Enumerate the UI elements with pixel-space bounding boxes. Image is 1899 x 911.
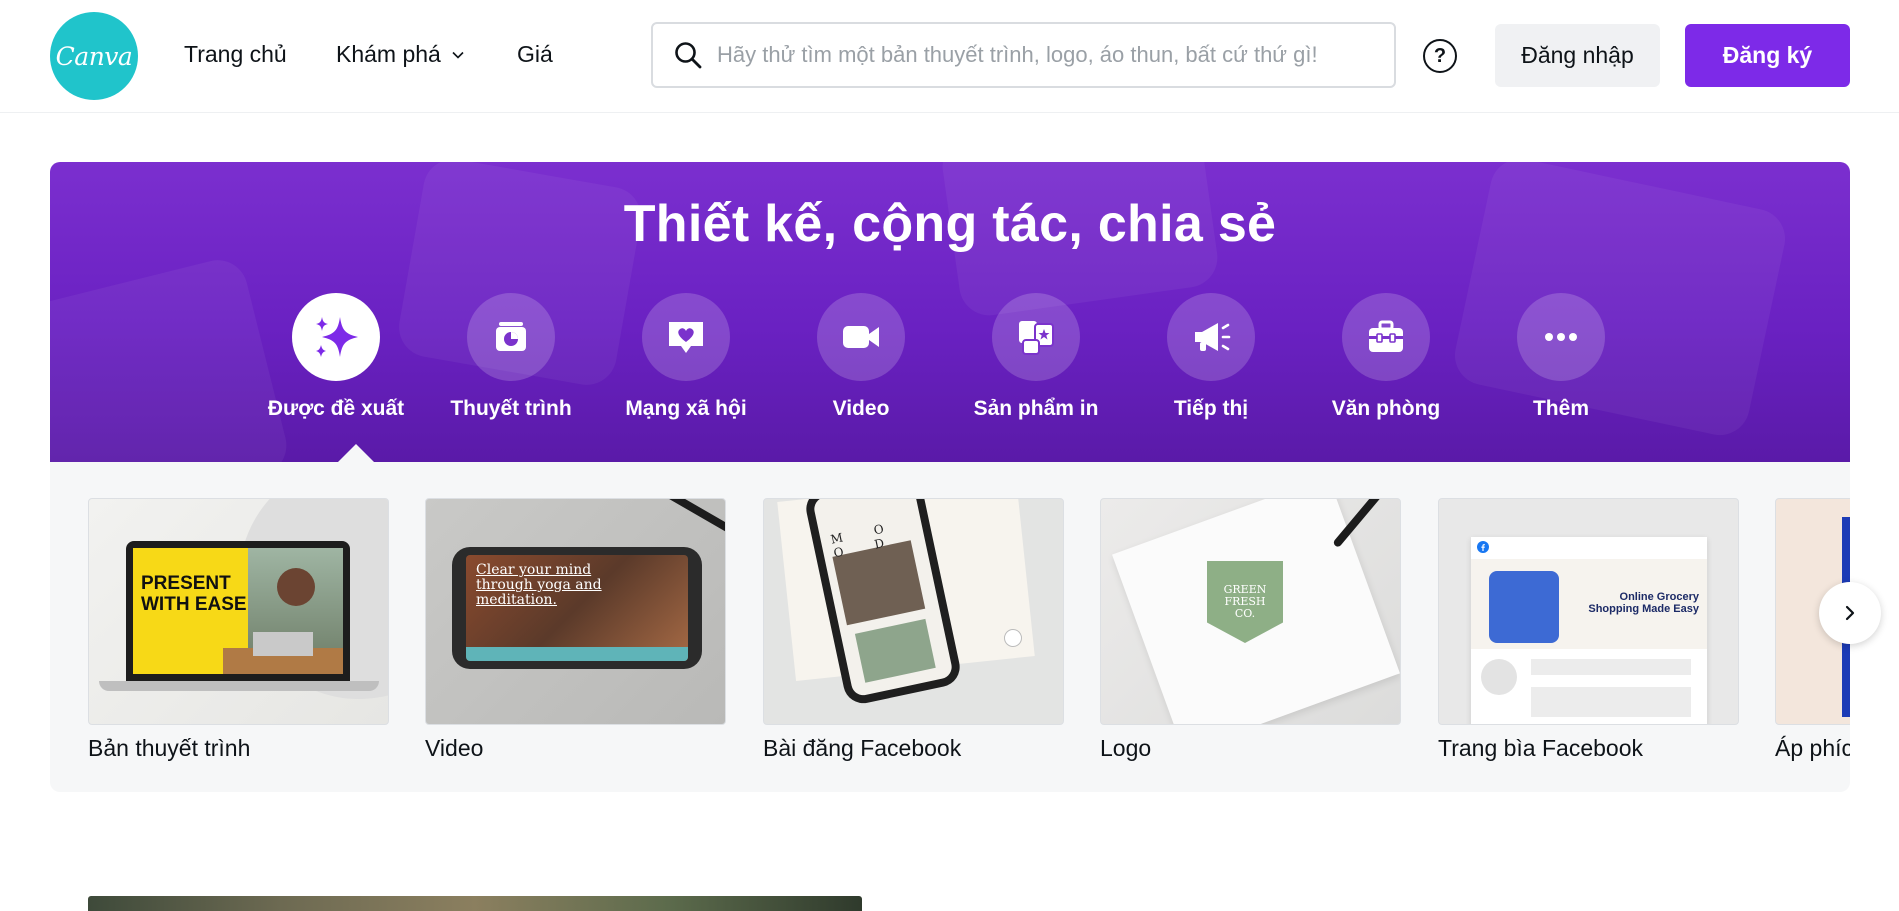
nav-explore-dropdown[interactable]: Khám phá	[336, 41, 465, 68]
card-label: Bài đăng Facebook	[763, 735, 962, 761]
featured-image-peek	[88, 896, 862, 911]
phone-mockup: Clear your mind through yoga and meditat…	[452, 547, 702, 669]
heart-chat-icon	[669, 322, 703, 353]
banner-art	[1489, 571, 1559, 643]
card-thumbnail: Online Grocery Shopping Made Easy	[1438, 498, 1739, 725]
logo-text: Canva	[55, 41, 133, 71]
facebook-icon	[1477, 541, 1489, 553]
thumb-text: Online Grocery Shopping Made Easy	[1588, 591, 1699, 615]
design-card-presentation[interactable]: PRESENT WITH EASE Bản thuyết trình	[88, 498, 389, 762]
thumb-text: Clear your mind through yoga and meditat…	[476, 562, 602, 608]
category-more[interactable]: Thêm	[1471, 293, 1651, 421]
nav-home-label: Trang chủ	[184, 41, 287, 67]
nav-pricing-link[interactable]: Giá	[517, 41, 553, 68]
card-label: Trang bìa Facebook	[1438, 735, 1643, 761]
card-thumbnail: Clear your mind through yoga and meditat…	[425, 498, 726, 725]
nav-explore-label: Khám phá	[336, 41, 441, 67]
category-label: Thêm	[1532, 397, 1589, 420]
hero-title: Thiết kế, cộng tác, chia sẻ	[623, 195, 1277, 253]
category-label: Được đề xuất	[267, 397, 405, 420]
category-icon-circle	[467, 293, 555, 381]
laptop-screen: PRESENT WITH EASE	[133, 548, 343, 674]
chevron-down-icon	[452, 51, 464, 59]
card-label: Áp phích	[1775, 735, 1850, 761]
help-icon-glyph: ?	[1433, 44, 1447, 67]
hero-banner: Thiết kế, cộng tác, chia sẻ Được đề xuất…	[50, 162, 1850, 462]
help-icon[interactable]: ?	[1423, 39, 1457, 73]
category-office[interactable]: Văn phòng	[1296, 293, 1476, 421]
card-thumbnail: GREEN FRESH CO.	[1100, 498, 1401, 725]
category-video[interactable]: Video	[771, 293, 951, 421]
category-print-products[interactable]: Sản phẩm in	[946, 293, 1126, 421]
video-camera-icon	[843, 326, 879, 348]
pen-prop	[641, 499, 725, 538]
card-label: Logo	[1100, 735, 1152, 761]
category-label: Văn phòng	[1331, 397, 1441, 420]
avatar	[1481, 659, 1517, 695]
category-recommended[interactable]: Được đề xuất	[246, 293, 426, 421]
category-label: Video	[832, 397, 890, 420]
phone-screen: Clear your mind through yoga and meditat…	[466, 555, 688, 661]
megaphone-icon	[1195, 323, 1231, 351]
category-label: Tiếp thị	[1173, 397, 1249, 420]
card-label: Video	[425, 735, 484, 761]
category-presentation[interactable]: Thuyết trình	[421, 293, 601, 421]
card-thumbnail: M O O D	[763, 498, 1064, 725]
thumb-photo	[854, 618, 936, 683]
nav-pricing-label: Giá	[517, 41, 553, 67]
active-category-pointer	[338, 444, 374, 462]
top-navbar: Canva Trang chủ Khám phá Giá ? Đăng nhập…	[0, 0, 1899, 113]
category-social-media[interactable]: Mạng xã hội	[596, 293, 776, 421]
category-label: Thuyết trình	[450, 397, 572, 420]
earphone-prop	[1004, 629, 1022, 647]
sparkles-icon	[316, 317, 358, 357]
design-card-facebook-post[interactable]: M O O D Bài đăng Facebook	[763, 498, 1064, 762]
design-card-facebook-cover[interactable]: Online Grocery Shopping Made Easy Trang …	[1438, 498, 1739, 762]
placeholder-line	[1531, 687, 1691, 717]
design-card-video[interactable]: Clear your mind through yoga and meditat…	[425, 498, 726, 762]
more-dots-icon	[1545, 333, 1577, 341]
category-icon-circle	[992, 293, 1080, 381]
category-icon-circle	[817, 293, 905, 381]
briefcase-icon	[1369, 320, 1403, 352]
category-icon-circle	[1167, 293, 1255, 381]
design-type-carousel: PRESENT WITH EASE Bản thuyết trình Clear…	[50, 462, 1850, 792]
design-card-logo[interactable]: GREEN FRESH CO. Logo	[1100, 498, 1401, 762]
thumb-person	[277, 568, 315, 606]
laptop-base	[99, 681, 379, 691]
category-icon-circle	[1342, 293, 1430, 381]
thumb-text: GREEN FRESH CO.	[1223, 583, 1267, 620]
card-thumbnail: PRESENT WITH EASE	[88, 498, 389, 725]
nav-home-link[interactable]: Trang chủ	[184, 41, 287, 68]
signup-button[interactable]: Đăng ký	[1685, 24, 1850, 87]
thumb-text: PRESENT WITH EASE	[141, 573, 247, 615]
search-bar[interactable]	[651, 22, 1396, 88]
category-icon-circle	[642, 293, 730, 381]
card-label: Bản thuyết trình	[88, 735, 251, 761]
laptop-mockup: PRESENT WITH EASE	[126, 541, 350, 681]
print-products-icon	[1019, 321, 1054, 355]
carousel-next-button[interactable]	[1819, 582, 1881, 644]
placeholder-line	[1531, 659, 1691, 675]
cover-banner: Online Grocery Shopping Made Easy	[1471, 559, 1707, 649]
category-icon-circle	[1517, 293, 1605, 381]
thumb-bar	[466, 647, 688, 661]
canva-logo[interactable]: Canva	[50, 12, 138, 100]
category-marketing[interactable]: Tiếp thị	[1121, 293, 1301, 421]
chevron-right-icon	[1845, 605, 1855, 621]
login-button[interactable]: Đăng nhập	[1495, 24, 1660, 87]
category-icon-circle	[292, 293, 380, 381]
search-input[interactable]	[717, 42, 1377, 68]
thumb-laptop	[253, 632, 313, 656]
search-icon	[675, 42, 702, 69]
category-label: Sản phẩm in	[973, 397, 1099, 420]
facebook-window-mockup: Online Grocery Shopping Made Easy	[1471, 537, 1707, 724]
presentation-icon	[496, 322, 526, 351]
category-label: Mạng xã hội	[625, 397, 747, 420]
